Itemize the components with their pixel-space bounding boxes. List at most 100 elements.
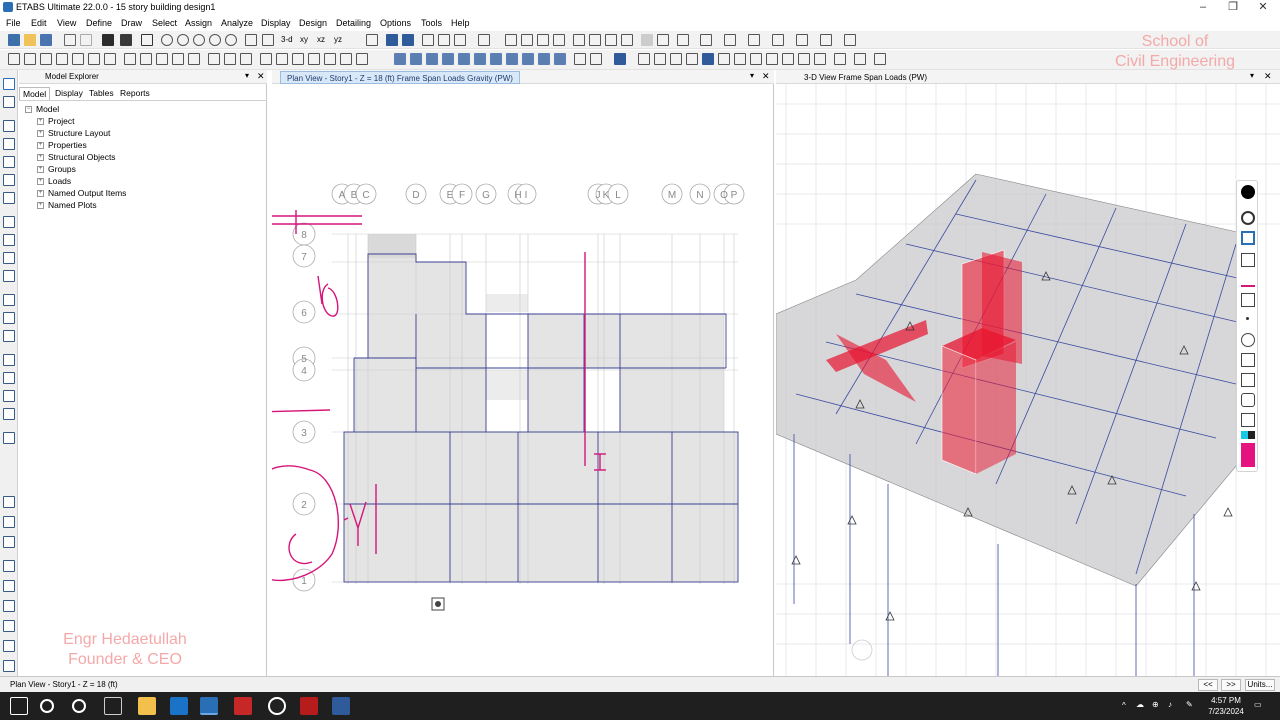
force-diagram-icon[interactable] xyxy=(589,34,601,46)
snap-perp-icon[interactable] xyxy=(3,620,15,632)
language-icon[interactable]: ⊕ xyxy=(1152,700,1159,709)
menu-detailing[interactable]: Detailing xyxy=(336,18,371,28)
expand-icon[interactable]: + xyxy=(37,178,44,186)
connect-icon[interactable] xyxy=(798,53,810,65)
menu-display[interactable]: Display xyxy=(261,18,291,28)
temperature-load-icon[interactable] xyxy=(458,53,470,65)
zoom-window-icon[interactable] xyxy=(161,34,173,46)
cross-icon[interactable] xyxy=(124,53,136,65)
beam-icon[interactable] xyxy=(172,53,184,65)
extrude-icon[interactable] xyxy=(553,34,565,46)
draw-pencil-icon[interactable] xyxy=(102,34,114,46)
menu-tools[interactable]: Tools xyxy=(421,18,442,28)
draw-brace-icon[interactable] xyxy=(3,174,15,186)
tab-model[interactable]: Model xyxy=(19,87,51,100)
close-panel-icon[interactable]: ✕ xyxy=(257,71,265,82)
reshape-icon[interactable] xyxy=(3,96,15,108)
table-icon[interactable] xyxy=(621,34,633,46)
brace-icon[interactable] xyxy=(208,53,220,65)
tray-chevron-icon[interactable]: ^ xyxy=(1122,701,1126,710)
expand-icon[interactable]: + xyxy=(37,130,44,138)
expand-icon[interactable]: + xyxy=(37,166,44,174)
camera-icon[interactable] xyxy=(1241,393,1255,407)
zoom-out-icon[interactable] xyxy=(193,34,205,46)
diagonal-icon[interactable] xyxy=(140,53,152,65)
file-explorer-icon[interactable] xyxy=(138,697,156,715)
plan-view-tab[interactable]: Plan View - Story1 - Z = 18 (ft) Frame S… xyxy=(280,71,520,84)
trim-icon[interactable] xyxy=(734,53,746,65)
draw-rect-area-icon[interactable] xyxy=(3,234,15,246)
pen-icon[interactable] xyxy=(1241,273,1255,287)
select-all-side-icon[interactable] xyxy=(3,496,15,508)
active-color-icon[interactable] xyxy=(1241,443,1255,467)
align-icon[interactable] xyxy=(702,53,714,65)
line-weight-icon[interactable] xyxy=(844,34,856,46)
expand-icon[interactable]: + xyxy=(37,142,44,150)
draw-ruler-icon[interactable] xyxy=(3,432,15,444)
acrobat-icon[interactable] xyxy=(300,697,318,715)
snap-icon[interactable] xyxy=(766,53,778,65)
lock-icon[interactable] xyxy=(120,34,132,46)
view-xy-button[interactable]: xy xyxy=(300,35,308,44)
expand-icon[interactable]: + xyxy=(37,154,44,162)
menu-view[interactable]: View xyxy=(57,18,76,28)
autocad-icon[interactable] xyxy=(234,697,252,715)
draw-dimension-icon[interactable] xyxy=(3,312,15,324)
grid-line-icon[interactable] xyxy=(276,53,288,65)
clock-date[interactable]: 7/23/2024 xyxy=(1204,707,1248,716)
check-icon[interactable] xyxy=(677,34,689,46)
new-tab-icon[interactable] xyxy=(8,53,20,65)
release-icon[interactable] xyxy=(854,53,866,65)
view-3d-button[interactable]: 3-d xyxy=(281,35,293,44)
extend-icon[interactable] xyxy=(718,53,730,65)
screen-icon[interactable] xyxy=(1241,373,1255,387)
view-3d-pin-icon[interactable]: ▾ xyxy=(1250,71,1254,80)
menu-help[interactable]: Help xyxy=(451,18,470,28)
zoom-in-icon[interactable] xyxy=(177,34,189,46)
design-check-icon[interactable] xyxy=(614,53,626,65)
text-format-icon[interactable] xyxy=(772,34,784,46)
cursor-select-icon[interactable] xyxy=(1241,231,1255,245)
units-button[interactable]: Units... xyxy=(1245,679,1275,691)
window-layout-icon[interactable] xyxy=(724,34,736,46)
nav-next-button[interactable]: >> xyxy=(1221,679,1241,691)
eraser-icon[interactable] xyxy=(1241,293,1255,307)
combo-icon[interactable] xyxy=(538,53,550,65)
view-3d-close-icon[interactable]: ✕ xyxy=(1264,71,1272,82)
task-view-icon[interactable] xyxy=(104,697,122,715)
zoom-fit-icon[interactable] xyxy=(209,34,221,46)
expand-icon[interactable]: + xyxy=(37,190,44,198)
set-display-icon[interactable] xyxy=(505,34,517,46)
draw-wall-icon[interactable] xyxy=(3,252,15,264)
wall-icon[interactable] xyxy=(324,53,336,65)
wind-load-icon[interactable] xyxy=(474,53,486,65)
text-tool-icon[interactable] xyxy=(700,34,712,46)
move-icon[interactable] xyxy=(188,53,200,65)
trash-icon[interactable] xyxy=(1241,353,1255,367)
menu-assign[interactable]: Assign xyxy=(185,18,212,28)
properties-icon[interactable] xyxy=(40,53,52,65)
display-options-icon[interactable] xyxy=(478,34,490,46)
section-icon[interactable] xyxy=(72,53,84,65)
design-concrete-icon[interactable] xyxy=(590,53,602,65)
view-3d-tab[interactable]: 3-D View Frame Span Loads (PW) xyxy=(798,71,933,84)
tab-tables[interactable]: Tables xyxy=(86,87,117,100)
select-all-icon[interactable] xyxy=(422,34,434,46)
pan-icon[interactable] xyxy=(245,34,257,46)
line-style-icon[interactable] xyxy=(796,34,808,46)
view-xz-button[interactable]: xz xyxy=(317,35,325,44)
menu-define[interactable]: Define xyxy=(86,18,112,28)
menu-design[interactable]: Design xyxy=(299,18,327,28)
menu-select[interactable]: Select xyxy=(152,18,177,28)
expand-icon[interactable]: + xyxy=(37,118,44,126)
rotate-view-icon[interactable] xyxy=(262,34,274,46)
expand-icon[interactable]: + xyxy=(37,202,44,210)
area-icon[interactable] xyxy=(292,53,304,65)
chart-icon[interactable] xyxy=(88,53,100,65)
zoom-prev-icon[interactable] xyxy=(225,34,237,46)
deformed-shape-icon[interactable] xyxy=(573,34,585,46)
undo-pen-icon[interactable] xyxy=(1241,333,1255,347)
plan-view-canvas[interactable]: A B C D E F G H I J K L M N O P 8 7 6 54 3 2 1 xyxy=(272,84,774,676)
open-folder-icon[interactable] xyxy=(24,34,36,46)
diaphragm-icon[interactable] xyxy=(260,53,272,65)
